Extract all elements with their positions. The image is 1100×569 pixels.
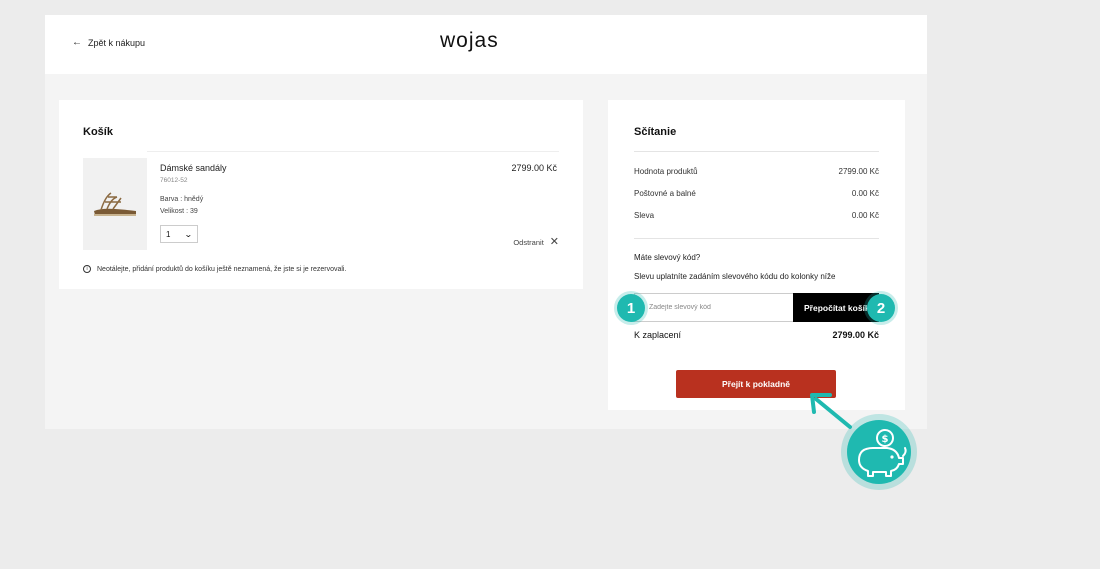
product-code: 76012-52 (160, 177, 188, 184)
page-container: ← Zpět k nákupu wojas Košík Dámské sandá… (45, 15, 927, 429)
quantity-value: 1 (166, 229, 171, 239)
back-to-shop-link[interactable]: ← Zpět k nákupu (72, 37, 146, 49)
summary-row-shipping: Poštovné a balné 0.00 Kč (634, 189, 879, 198)
promo-code-input[interactable] (634, 293, 794, 322)
remove-label: Odstranit (513, 238, 544, 247)
divider (634, 238, 879, 239)
remove-item-button[interactable]: Odstranit ✕ (513, 237, 559, 248)
product-name[interactable]: Dámské sandály (160, 163, 227, 173)
divider (634, 151, 879, 152)
product-thumbnail[interactable] (83, 158, 147, 250)
quantity-select[interactable]: 1 ⌄ (160, 225, 198, 243)
row-value: 2799.00 Kč (838, 167, 879, 176)
product-size: Velikost : 39 (160, 208, 198, 215)
summary-row-products: Hodnota produktů 2799.00 Kč (634, 167, 879, 176)
product-color: Barva : hnědý (160, 196, 204, 203)
summary-panel: Sčítanie Hodnota produktů 2799.00 Kč Poš… (608, 100, 905, 410)
row-label: Sleva (634, 211, 655, 220)
back-label: Zpět k nákupu (88, 38, 146, 48)
row-label: Poštovné a balné (634, 189, 696, 198)
cart-title: Košík (83, 126, 113, 138)
row-label: Hodnota produktů (634, 167, 698, 176)
reservation-notice: i Neotálejte, přidání produktů do košíku… (83, 265, 346, 273)
notice-text: Neotálejte, přidání produktů do košíku j… (97, 265, 347, 273)
piggy-bank-coin-icon: $ (841, 414, 917, 490)
divider (147, 151, 559, 152)
arrow-left-icon: ← (72, 37, 82, 48)
close-icon: ✕ (549, 236, 559, 248)
promo-question: Máte slevový kód? (634, 253, 701, 262)
chevron-down-icon: ⌄ (184, 229, 194, 239)
summary-row-discount: Sleva 0.00 Kč (634, 211, 879, 220)
summary-title: Sčítanie (634, 126, 677, 138)
top-bar: ← Zpět k nákupu wojas (45, 15, 927, 74)
total-value: 2799.00 Kč (832, 330, 879, 340)
svg-text:$: $ (882, 434, 889, 445)
total-label: K zaplacení (634, 330, 682, 340)
step-badge-1: 1 (617, 294, 645, 322)
promo-hint: Slevu uplatníte zadáním slevového kódu d… (634, 272, 836, 281)
product-price: 2799.00 Kč (511, 163, 557, 173)
row-value: 0.00 Kč (851, 189, 879, 198)
info-icon: i (83, 265, 91, 273)
brand-logo[interactable]: wojas (440, 29, 499, 53)
step-badge-2: 2 (867, 294, 895, 322)
sandal-image (94, 192, 136, 216)
total-row: K zaplacení 2799.00 Kč (634, 330, 879, 340)
cart-panel: Košík Dámské sandály 76012-52 Barva : hn… (59, 100, 583, 289)
row-value: 0.00 Kč (851, 211, 879, 220)
